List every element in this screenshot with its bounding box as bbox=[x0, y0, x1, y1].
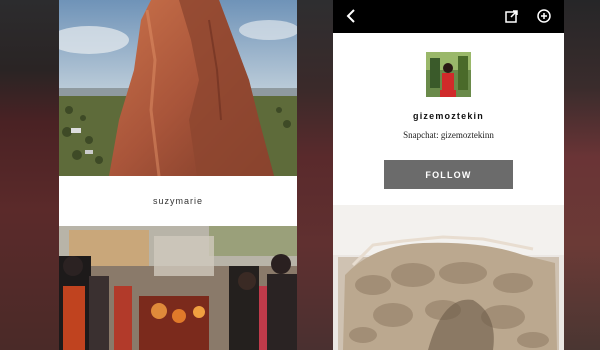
post-photo-market-stall[interactable] bbox=[59, 226, 297, 350]
background-blur-right bbox=[564, 0, 600, 350]
background-blur-left bbox=[0, 0, 59, 350]
profile-username: gizemoztekin bbox=[413, 111, 484, 121]
add-circle-icon[interactable] bbox=[532, 4, 556, 28]
post-photo-stone-wall[interactable] bbox=[333, 205, 564, 350]
post-photo-rock-formation[interactable] bbox=[59, 0, 297, 176]
back-chevron-icon[interactable] bbox=[339, 4, 363, 28]
follow-button[interactable]: FOLLOW bbox=[384, 160, 513, 189]
top-navigation-bar bbox=[333, 0, 564, 33]
profile-header: gizemoztekin Snapchat: gizemoztekinn FOL… bbox=[333, 33, 564, 205]
share-icon[interactable] bbox=[500, 4, 524, 28]
profile-bio: Snapchat: gizemoztekinn bbox=[403, 130, 494, 140]
avatar[interactable] bbox=[426, 52, 471, 97]
profile-screen: gizemoztekin Snapchat: gizemoztekinn FOL… bbox=[333, 0, 564, 350]
post-username[interactable]: suzymarie bbox=[59, 176, 297, 226]
feed-screen: suzymarie bbox=[59, 0, 297, 350]
background-blur-middle bbox=[297, 0, 333, 350]
